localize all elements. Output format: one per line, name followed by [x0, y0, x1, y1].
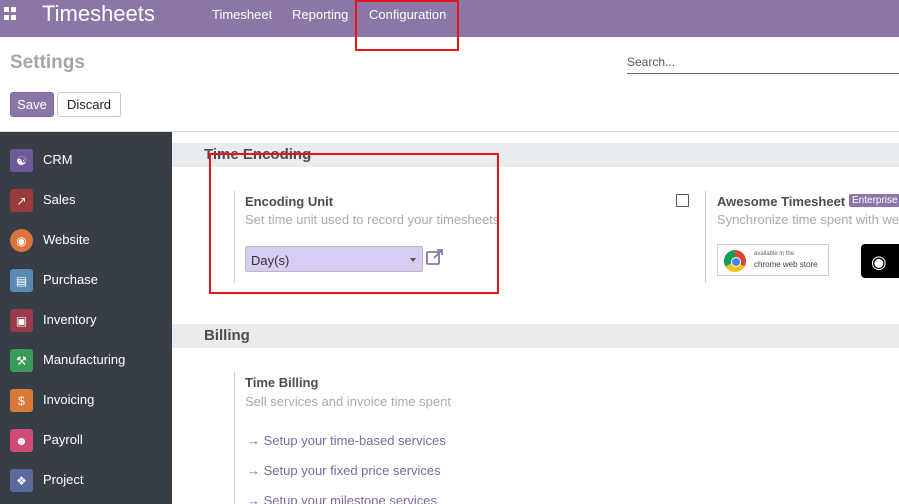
puzzle-icon: ❖	[10, 469, 33, 492]
sidebar-item-inventory[interactable]: ▣ Inventory	[0, 300, 172, 340]
link-time-based-services[interactable]: → Setup your time-based services	[247, 433, 446, 448]
link-label: Setup your time-based services	[263, 433, 446, 448]
search-input[interactable]	[627, 50, 899, 74]
awesome-timesheet-description: Synchronize time spent with web/mobile a…	[717, 212, 899, 227]
sidebar-item-website[interactable]: ◉ Website	[0, 220, 172, 260]
link-label: Setup your fixed price services	[263, 463, 441, 478]
settings-sidebar: ☯ CRM ↗ Sales ◉ Website ▤ Purchase ▣ Inv…	[0, 132, 172, 504]
page-title: Settings	[10, 52, 85, 73]
sidebar-item-label: Sales	[43, 192, 76, 207]
sidebar-item-label: Payroll	[43, 432, 83, 447]
sidebar-item-manufacturing[interactable]: ⚒ Manufacturing	[0, 340, 172, 380]
awesome-timesheet-title: Awesome Timesheet	[717, 194, 846, 209]
apps-grid-icon[interactable]	[4, 7, 17, 20]
section-title: Billing	[204, 327, 250, 344]
sidebar-item-crm[interactable]: ☯ CRM	[0, 140, 172, 180]
discard-button[interactable]: Discard	[57, 92, 121, 117]
chart-icon: ↗	[10, 189, 33, 212]
sidebar-item-label: Purchase	[43, 272, 98, 287]
arrow-right-icon: →	[247, 433, 260, 448]
invoice-icon: $	[10, 389, 33, 412]
section-header-billing: Billing	[172, 324, 899, 348]
wrench-icon: ⚒	[10, 349, 33, 372]
time-billing-description: Sell services and invoice time spent	[245, 394, 451, 409]
chrome-badge-line2: chrome web store	[754, 260, 818, 269]
sidebar-item-label: Project	[43, 472, 84, 487]
setting-divider	[705, 191, 706, 283]
save-button[interactable]: Save	[10, 92, 54, 117]
sidebar-item-project[interactable]: ❖ Project	[0, 460, 172, 500]
card-icon: ▤	[10, 269, 33, 292]
person-icon: ☻	[10, 429, 33, 452]
link-milestone-services[interactable]: → Setup your milestone services	[247, 493, 437, 504]
menu-timesheet[interactable]: Timesheet	[212, 7, 272, 22]
annotation-box-configuration	[355, 0, 459, 51]
link-fixed-price-services[interactable]: → Setup your fixed price services	[247, 463, 441, 478]
sidebar-item-label: Manufacturing	[43, 352, 126, 367]
sidebar-item-invoicing[interactable]: $ Invoicing	[0, 380, 172, 420]
sidebar-item-label: Inventory	[43, 312, 97, 327]
app-store-badge[interactable]: ◉	[861, 244, 899, 278]
sidebar-item-purchase[interactable]: ▤ Purchase	[0, 260, 172, 300]
annotation-box-encoding-unit	[209, 153, 499, 294]
globe-icon: ◉	[10, 229, 33, 252]
time-billing-title: Time Billing	[245, 375, 319, 390]
box-icon: ▣	[10, 309, 33, 332]
app-brand[interactable]: Timesheets	[42, 1, 155, 27]
sidebar-item-sales[interactable]: ↗ Sales	[0, 180, 172, 220]
sidebar-item-label: Invoicing	[43, 392, 95, 407]
link-label: Setup your milestone services	[263, 493, 438, 504]
arrow-right-icon: →	[247, 493, 260, 504]
setting-divider	[234, 372, 235, 504]
sidebar-item-payroll[interactable]: ☻ Payroll	[0, 420, 172, 460]
chrome-web-store-badge[interactable]: available in the chrome web store	[717, 244, 829, 276]
arrow-right-icon: →	[247, 463, 260, 478]
apple-icon: ◉	[871, 252, 887, 272]
chrome-icon	[724, 250, 746, 272]
chrome-badge-line1: available in the	[754, 251, 795, 257]
awesome-timesheet-checkbox[interactable]	[676, 194, 689, 207]
enterprise-badge: Enterprise	[849, 194, 899, 207]
sidebar-item-label: CRM	[43, 152, 73, 167]
menu-reporting[interactable]: Reporting	[292, 7, 348, 22]
sidebar-item-label: Website	[43, 232, 90, 247]
handshake-icon: ☯	[10, 149, 33, 172]
